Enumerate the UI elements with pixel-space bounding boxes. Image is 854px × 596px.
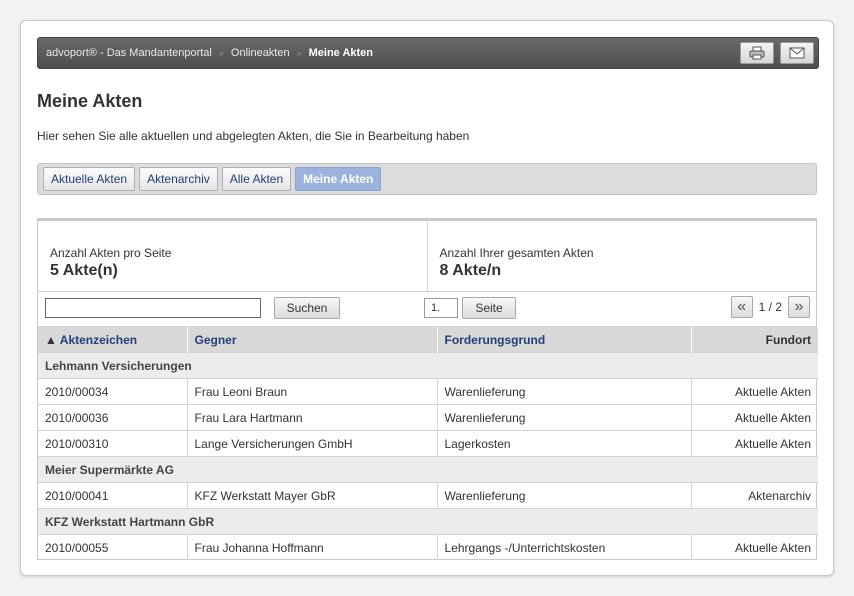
group-row: Meier Supermärkte AG: [38, 456, 818, 483]
column-header-gegner[interactable]: Gegner: [186, 327, 437, 353]
sort-asc-icon: ▲: [45, 332, 57, 347]
cell-forderungsgrund: Warenlieferung: [436, 482, 691, 509]
main-card: advoport® - Das Mandantenportal » Online…: [20, 20, 834, 576]
next-page-button[interactable]: »: [788, 296, 810, 318]
pagination: « 1 / 2 »: [730, 296, 810, 318]
breadcrumb-bar: advoport® - Das Mandantenportal » Online…: [37, 37, 819, 69]
cell-gegner: Lange Versicherungen GmbH: [186, 430, 437, 457]
cell-gegner: Frau Leoni Braun: [186, 378, 437, 405]
breadcrumb-onlineakten[interactable]: Onlineakten: [231, 47, 290, 59]
cell-gegner: KFZ Werkstatt Mayer GbR: [186, 482, 437, 509]
group-row: KFZ Werkstatt Hartmann GbR: [38, 508, 818, 535]
tab-aktuelle-akten[interactable]: Aktuelle Akten: [43, 167, 136, 191]
group-name: KFZ Werkstatt Hartmann GbR: [38, 508, 818, 535]
cell-aktenzeichen: 2010/00041: [38, 482, 187, 509]
search-input[interactable]: [45, 298, 261, 318]
stat-per-page-label: Anzahl Akten pro Seite: [50, 246, 172, 260]
cell-forderungsgrund: Warenlieferung: [436, 404, 691, 431]
stat-total-label: Anzahl Ihrer gesamten Akten: [439, 246, 594, 260]
page-intro: Hier sehen Sie alle aktuellen und abgele…: [37, 129, 470, 143]
stat-per-page-value: 5 Akte(n): [50, 262, 118, 279]
breadcrumb-separator: »: [218, 48, 224, 58]
column-header-fundort: Fundort: [690, 327, 818, 353]
cell-aktenzeichen: 2010/00055: [38, 534, 187, 560]
search-controls: Suchen 1. Seite « 1 / 2 »: [38, 292, 816, 327]
prev-page-button[interactable]: «: [730, 296, 753, 318]
tab-aktenarchiv[interactable]: Aktenarchiv: [139, 167, 218, 191]
group-name: Lehmann Versicherungen: [38, 352, 818, 379]
page-title: Meine Akten: [37, 91, 143, 111]
column-header-forderungsgrund[interactable]: Forderungsgrund: [436, 327, 691, 353]
stat-per-page: Anzahl Akten pro Seite 5 Akte(n): [38, 221, 427, 291]
cell-gegner: Frau Lara Hartmann: [186, 404, 437, 431]
breadcrumb-current: Meine Akten: [308, 47, 374, 59]
cell-fundort: Aktuelle Akten: [690, 430, 818, 457]
stats-row: Anzahl Akten pro Seite 5 Akte(n) Anzahl …: [38, 219, 816, 292]
cell-fundort: Aktuelle Akten: [690, 378, 818, 405]
stat-total-value: 8 Akte/n: [439, 262, 502, 279]
tab-alle-akten[interactable]: Alle Akten: [221, 167, 292, 191]
printer-icon: [749, 46, 765, 60]
page-number-input[interactable]: 1.: [424, 298, 458, 318]
table-row[interactable]: 2010/00055 Frau Johanna Hoffmann Lehrgan…: [38, 534, 818, 560]
column-header-label: Aktenzeichen: [59, 332, 138, 347]
cell-forderungsgrund: Warenlieferung: [436, 378, 691, 405]
cell-fundort: Aktenarchiv: [690, 482, 818, 509]
cell-aktenzeichen: 2010/00310: [38, 430, 187, 457]
cell-aktenzeichen: 2010/00036: [38, 404, 187, 431]
cell-gegner: Frau Johanna Hoffmann: [186, 534, 437, 560]
files-panel: Anzahl Akten pro Seite 5 Akte(n) Anzahl …: [37, 218, 818, 560]
table-row[interactable]: 2010/00041 KFZ Werkstatt Mayer GbR Waren…: [38, 482, 818, 509]
cell-forderungsgrund: Lagerkosten: [436, 430, 691, 457]
table-row[interactable]: 2010/00310 Lange Versicherungen GmbH Lag…: [38, 430, 818, 457]
page-info: 1 / 2: [758, 300, 782, 314]
breadcrumb: advoport® - Das Mandantenportal » Online…: [38, 47, 373, 59]
envelope-icon: [789, 47, 805, 59]
breadcrumb-home[interactable]: advoport® - Das Mandantenportal: [46, 47, 212, 59]
breadcrumb-separator: »: [296, 48, 302, 58]
tab-meine-akten[interactable]: Meine Akten: [295, 167, 382, 191]
table-row[interactable]: 2010/00036 Frau Lara Hartmann Warenliefe…: [38, 404, 818, 431]
table-header-row: ▲ Aktenzeichen Gegner Forderungsgrund Fu…: [38, 327, 818, 353]
cell-forderungsgrund: Lehrgangs -/Unterrichtskosten: [436, 534, 691, 560]
goto-page-button[interactable]: Seite: [462, 297, 516, 319]
cell-fundort: Aktuelle Akten: [690, 534, 818, 560]
column-header-aktenzeichen[interactable]: ▲ Aktenzeichen: [38, 327, 187, 353]
cell-aktenzeichen: 2010/00034: [38, 378, 187, 405]
tab-bar: Aktuelle Akten Aktenarchiv Alle Akten Me…: [37, 163, 817, 195]
stat-total: Anzahl Ihrer gesamten Akten 8 Akte/n: [426, 221, 817, 291]
email-button[interactable]: [780, 42, 814, 64]
print-button[interactable]: [740, 42, 774, 64]
cell-fundort: Aktuelle Akten: [690, 404, 818, 431]
group-row: Lehmann Versicherungen: [38, 352, 818, 379]
files-table: ▲ Aktenzeichen Gegner Forderungsgrund Fu…: [38, 327, 818, 560]
group-name: Meier Supermärkte AG: [38, 456, 818, 483]
table-row[interactable]: 2010/00034 Frau Leoni Braun Warenlieferu…: [38, 378, 818, 405]
search-button[interactable]: Suchen: [274, 297, 340, 319]
